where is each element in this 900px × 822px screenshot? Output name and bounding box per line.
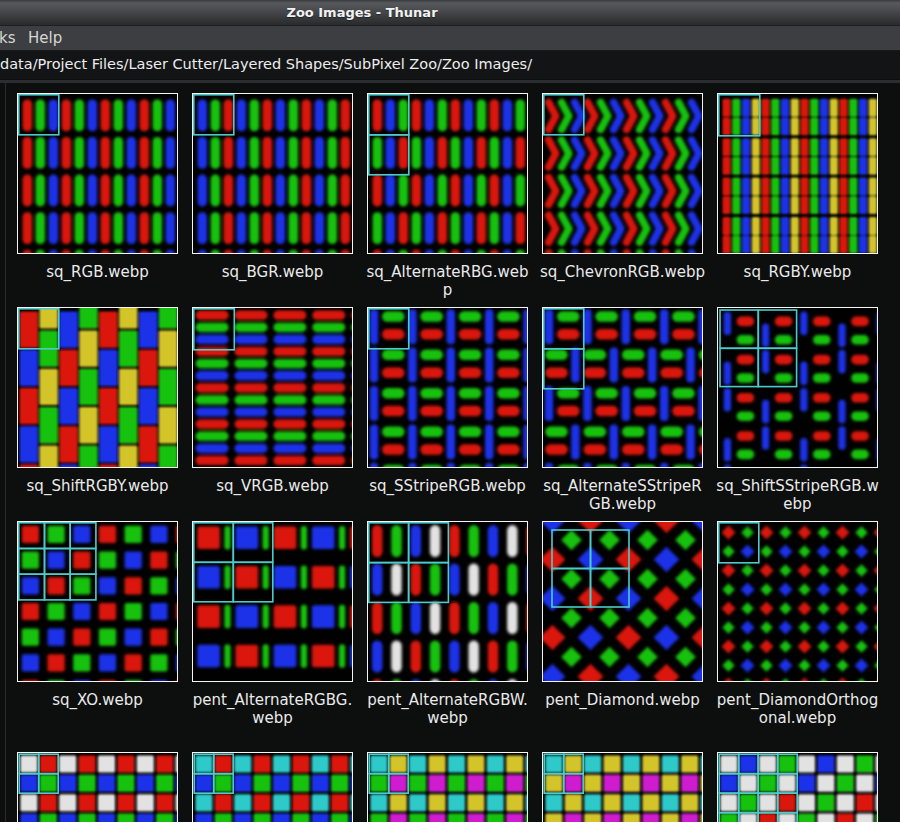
thumbnail-pattern bbox=[368, 753, 527, 822]
file-thumbnail bbox=[542, 93, 703, 254]
file-thumbnail bbox=[367, 307, 528, 468]
file-label-line: sq_RGB.webp bbox=[10, 263, 185, 281]
file-thumbnail bbox=[192, 307, 353, 468]
thumbnail-pattern bbox=[718, 308, 877, 467]
file-label-line: sq_VRGB.webp bbox=[185, 477, 360, 495]
thumbnail-pattern bbox=[368, 94, 527, 253]
file-label-line: sq_SStripeRGB.webp bbox=[360, 477, 535, 495]
file-thumbnail bbox=[717, 307, 878, 468]
file-thumbnail bbox=[717, 521, 878, 682]
file-label-line: pent_Diamond.webp bbox=[535, 691, 710, 709]
thumbnail-pattern bbox=[718, 522, 877, 681]
thumbnail-pattern bbox=[18, 753, 177, 822]
file-label: sq_RGB.webp bbox=[10, 263, 185, 281]
thumbnail-pattern bbox=[193, 522, 352, 681]
file-label-line: ebp bbox=[710, 495, 885, 513]
menu-item-bookmarks-fragment[interactable]: ks bbox=[0, 26, 16, 50]
file-thumbnail bbox=[717, 752, 878, 822]
file-thumbnail bbox=[192, 752, 353, 822]
file-label-line: sq_RGBY.webp bbox=[710, 263, 885, 281]
thumbnail-pattern bbox=[193, 94, 352, 253]
file-label: pent_DiamondOrthogonal.webp bbox=[710, 691, 885, 727]
file-thumbnail bbox=[17, 752, 178, 822]
file-label: sq_VRGB.webp bbox=[185, 477, 360, 495]
path-text: data/Project Files/Laser Cutter/Layered … bbox=[0, 51, 532, 79]
file-label-line: sq_XO.webp bbox=[10, 691, 185, 709]
thumbnail-pattern bbox=[18, 522, 177, 681]
file-thumbnail bbox=[367, 93, 528, 254]
file-thumbnail bbox=[542, 752, 703, 822]
thumbnail-pattern bbox=[18, 94, 177, 253]
file-label-line: sq_ShiftRGBY.webp bbox=[10, 477, 185, 495]
file-label: sq_ShiftRGBY.webp bbox=[10, 477, 185, 495]
file-thumbnail bbox=[542, 307, 703, 468]
file-label: sq_SStripeRGB.webp bbox=[360, 477, 535, 495]
thumbnail-pattern bbox=[368, 522, 527, 681]
file-label-line: p bbox=[360, 281, 535, 299]
file-thumbnail bbox=[717, 93, 878, 254]
file-label-line: pent_DiamondOrthog bbox=[710, 691, 885, 709]
file-label-line: sq_ShiftSStripeRGB.w bbox=[710, 477, 885, 495]
file-label: sq_ShiftSStripeRGB.webp bbox=[710, 477, 885, 513]
file-thumbnail bbox=[17, 521, 178, 682]
thumbnail-pattern bbox=[543, 308, 702, 467]
file-thumbnail bbox=[192, 93, 353, 254]
file-label-line: webp bbox=[185, 709, 360, 727]
window-title: Zoo Images - Thunar bbox=[286, 0, 437, 25]
file-label: pent_AlternateRGBG.webp bbox=[185, 691, 360, 727]
file-thumbnail bbox=[17, 93, 178, 254]
file-label: pent_Diamond.webp bbox=[535, 691, 710, 709]
file-label-line: sq_BGR.webp bbox=[185, 263, 360, 281]
file-label: pent_AlternateRGBW.webp bbox=[360, 691, 535, 727]
pane-separator-line bbox=[5, 83, 6, 822]
thumbnail-pattern bbox=[543, 753, 702, 822]
file-thumbnail bbox=[367, 752, 528, 822]
file-label-line: sq_ChevronRGB.webp bbox=[535, 263, 710, 281]
file-label-line: GB.webp bbox=[535, 495, 710, 513]
file-thumbnail bbox=[17, 307, 178, 468]
file-label: sq_XO.webp bbox=[10, 691, 185, 709]
thumbnail-pattern bbox=[543, 94, 702, 253]
thumbnail-pattern bbox=[718, 753, 877, 822]
thumbnail-pattern bbox=[18, 308, 177, 467]
menubar: ks Help bbox=[0, 26, 900, 51]
thumbnail-pattern bbox=[543, 522, 702, 681]
file-label-line: webp bbox=[360, 709, 535, 727]
file-label-line: pent_AlternateRGBG. bbox=[185, 691, 360, 709]
icon-view[interactable]: sq_RGB.webpsq_BGR.webpsq_AlternateRBG.we… bbox=[0, 83, 900, 822]
file-thumbnail bbox=[367, 521, 528, 682]
file-label-line: sq_AlternateSStripeR bbox=[535, 477, 710, 495]
window-titlebar[interactable]: Zoo Images - Thunar bbox=[0, 0, 900, 26]
thumbnail-pattern bbox=[193, 753, 352, 822]
file-label-line: onal.webp bbox=[710, 709, 885, 727]
file-label-line: pent_AlternateRGBW. bbox=[360, 691, 535, 709]
file-label: sq_BGR.webp bbox=[185, 263, 360, 281]
menu-item-help[interactable]: Help bbox=[28, 26, 62, 50]
file-label: sq_AlternateRBG.webp bbox=[360, 263, 535, 299]
file-label-line: sq_AlternateRBG.web bbox=[360, 263, 535, 281]
thumbnail-pattern bbox=[368, 308, 527, 467]
thumbnail-pattern bbox=[718, 94, 877, 253]
file-thumbnail bbox=[542, 521, 703, 682]
thunar-window: Zoo Images - Thunar ks Help data/Project… bbox=[0, 0, 900, 822]
file-thumbnail bbox=[192, 521, 353, 682]
file-label: sq_RGBY.webp bbox=[710, 263, 885, 281]
thumbnail-pattern bbox=[193, 308, 352, 467]
path-entry[interactable]: data/Project Files/Laser Cutter/Layered … bbox=[0, 51, 900, 79]
file-label: sq_AlternateSStripeRGB.webp bbox=[535, 477, 710, 513]
file-label: sq_ChevronRGB.webp bbox=[535, 263, 710, 281]
